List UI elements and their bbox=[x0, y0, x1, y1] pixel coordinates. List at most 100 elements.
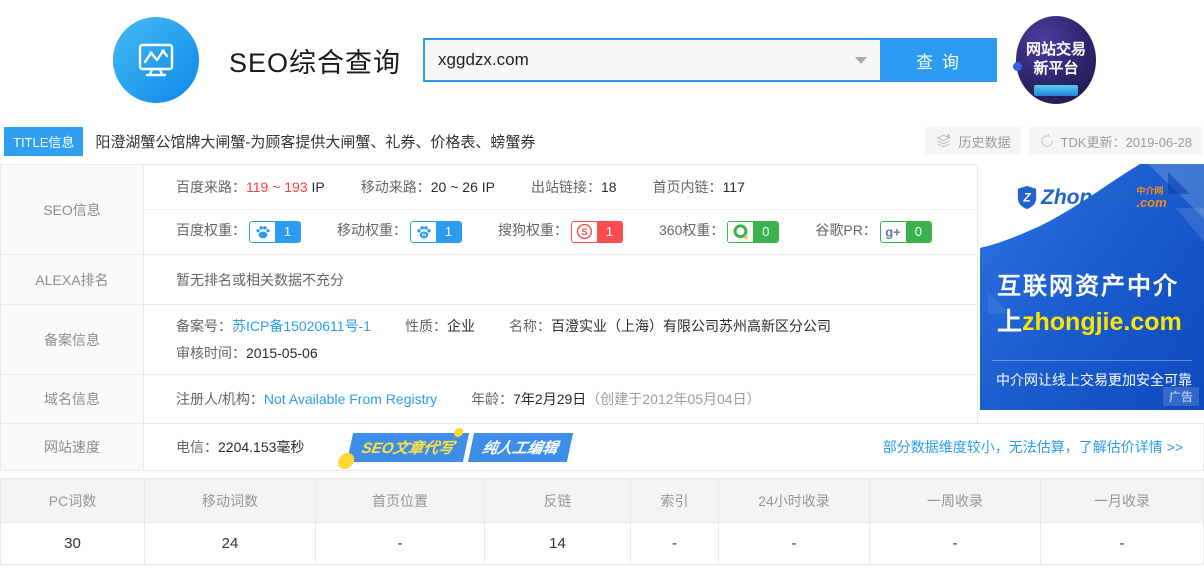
stats-value: - bbox=[316, 523, 484, 564]
tdk-update-button[interactable]: TDK更新：2019-06-28 bbox=[1029, 127, 1203, 155]
baidu-weight: 百度权重：1 bbox=[176, 220, 301, 242]
stats-column-pc-words: PC词数 30 bbox=[1, 479, 144, 564]
row-label-icp: 备案信息 bbox=[1, 305, 144, 374]
seo-tool-logo bbox=[113, 17, 199, 103]
promo-badge-line2: 新平台 bbox=[1034, 60, 1079, 79]
mobile-weight-badge[interactable]: m1 bbox=[410, 221, 462, 243]
query-button[interactable]: 查 询 bbox=[880, 38, 997, 82]
stats-column-homepage-position: 首页位置 - bbox=[315, 479, 484, 564]
site-title-text: 阳澄湖蟹公馆牌大闸蟹-为顾客提供大闸蟹、礼券、价格表、螃蟹券 bbox=[95, 131, 917, 152]
info-table: SEO信息 百度来路：119 ~ 193 IP 移动来路：20 ~ 26 IP … bbox=[0, 164, 978, 423]
seo-info-content: 百度来路：119 ~ 193 IP 移动来路：20 ~ 26 IP 出站链接：1… bbox=[144, 165, 977, 254]
row-site-speed: 网站速度 电信：2204.153毫秒 SEO文章代写 纯人工编辑 部分数据维度较… bbox=[0, 423, 1204, 471]
svg-text:S: S bbox=[581, 227, 587, 237]
registrant-link[interactable]: Not Available From Registry bbox=[264, 391, 437, 407]
layers-icon bbox=[935, 133, 952, 150]
ad-brand-name: ZhongJie bbox=[1041, 186, 1134, 210]
search-box: 查 询 bbox=[423, 38, 997, 82]
seo-article-promo-banner[interactable]: SEO文章代写 纯人工编辑 bbox=[347, 433, 573, 462]
stats-value: - bbox=[870, 523, 1040, 564]
stats-header: 索引 bbox=[631, 479, 718, 523]
monitor-chart-icon bbox=[133, 37, 179, 83]
domain-created-note: （创建于2012年05月04日） bbox=[586, 391, 760, 407]
alexa-value: 暂无排名或相关数据不充分 bbox=[176, 270, 344, 290]
search-input[interactable] bbox=[425, 40, 880, 80]
google-pr: 谷歌PR：g+0 bbox=[815, 220, 931, 242]
stats-header: 一周收录 bbox=[870, 479, 1040, 523]
stats-column-backlinks: 反链 14 bbox=[484, 479, 630, 564]
icp-line2: 审核时间：2015-05-06 bbox=[176, 343, 977, 363]
icp-number-link[interactable]: 苏ICP备15020611号-1 bbox=[232, 318, 371, 334]
stats-value: - bbox=[631, 523, 718, 564]
stats-value[interactable]: 24 bbox=[145, 523, 315, 564]
title-info-badge: TITLE信息 bbox=[4, 127, 83, 156]
row-seo-info: SEO信息 百度来路：119 ~ 193 IP 移动来路：20 ~ 26 IP … bbox=[1, 165, 977, 254]
sogou-s-icon: S bbox=[572, 222, 597, 242]
sogou-weight: 搜狗权重：S1 bbox=[498, 220, 623, 242]
baidu-weight-value: 1 bbox=[275, 222, 300, 242]
valuation-detail-link[interactable]: 部分数据维度较小，无法估算，了解估价详情 >> bbox=[883, 437, 1183, 457]
stats-value: - bbox=[719, 523, 869, 564]
header: SEO综合查询 查 询 网站交易 新平台 bbox=[0, 0, 1204, 120]
sogou-weight-value: 1 bbox=[597, 222, 622, 242]
row-domain-info: 域名信息 注册人/机构：Not Available From Registry … bbox=[1, 374, 977, 423]
icp-audit-date: 2015-05-06 bbox=[246, 345, 318, 361]
promo-seg-2: 纯人工编辑 bbox=[468, 433, 573, 462]
homepage-internal-links: 首页内链：117 bbox=[653, 177, 745, 197]
google-pr-value: 0 bbox=[906, 222, 931, 242]
stats-column-week-included: 一周收录 - bbox=[869, 479, 1040, 564]
promo-seg-1: SEO文章代写 bbox=[347, 433, 469, 462]
site-trade-platform-badge[interactable]: 网站交易 新平台 bbox=[1016, 16, 1096, 104]
ad-brand-suffix: .com bbox=[1136, 196, 1166, 209]
svg-text:g+: g+ bbox=[886, 224, 902, 239]
stats-value[interactable]: 30 bbox=[1, 523, 144, 564]
refresh-icon bbox=[1039, 133, 1055, 149]
zhongjie-ad-banner[interactable]: Z ZhongJie 中介网 .com 互联网资产中介 上zhongjie.co… bbox=[980, 164, 1204, 410]
main-info-area: SEO信息 百度来路：119 ~ 193 IP 移动来路：20 ~ 26 IP … bbox=[0, 164, 1204, 471]
ad-headline: 互联网资产中介 bbox=[997, 266, 1179, 301]
stats-header: 移动词数 bbox=[145, 479, 315, 523]
shield-icon: Z bbox=[1016, 185, 1038, 210]
row-label-domain: 域名信息 bbox=[1, 375, 144, 423]
title-bar: TITLE信息 阳澄湖蟹公馆牌大闸蟹-为顾客提供大闸蟹、礼券、价格表、螃蟹券 历… bbox=[0, 126, 1204, 156]
row-label-speed: 网站速度 bbox=[1, 424, 144, 470]
mobile-weight: 移动权重：m1 bbox=[337, 220, 462, 242]
ad-domain-line: 上zhongjie.com bbox=[997, 302, 1182, 338]
row-label-seo: SEO信息 bbox=[1, 165, 144, 254]
stats-column-24h-included: 24小时收录 - bbox=[718, 479, 869, 564]
google-plus-icon: g+ bbox=[881, 222, 906, 242]
icp-nature: 企业 bbox=[447, 318, 475, 334]
zhongjie-logo: Z ZhongJie 中介网 .com bbox=[1016, 185, 1167, 210]
icp-line1: 备案号：苏ICP备15020611号-1 性质：企业 名称：百澄实业（上海）有限… bbox=[176, 316, 977, 336]
stats-header: 首页位置 bbox=[316, 479, 484, 523]
360-weight-badge[interactable]: 0 bbox=[727, 221, 779, 243]
ad-label: 广告 bbox=[1163, 387, 1199, 406]
baidu-mobile-paw-icon: m bbox=[411, 222, 436, 242]
telecom-speed: 电信：2204.153毫秒 bbox=[176, 437, 304, 457]
history-data-label: 历史数据 bbox=[958, 132, 1010, 151]
domain-age: 7年2月29日 bbox=[513, 391, 586, 407]
row-alexa: ALEXA排名 暂无排名或相关数据不充分 bbox=[1, 254, 977, 304]
stats-column-month-included: 一月收录 - bbox=[1040, 479, 1203, 564]
icp-company-name: 百澄实业（上海）有限公司苏州高新区分公司 bbox=[551, 318, 831, 334]
google-pr-badge[interactable]: g+ 0 bbox=[880, 221, 932, 243]
svg-text:m: m bbox=[421, 232, 426, 238]
svg-text:Z: Z bbox=[1022, 191, 1031, 205]
baidu-paw-icon bbox=[250, 222, 275, 242]
stats-header: PC词数 bbox=[1, 479, 144, 523]
360-weight: 360权重：0 bbox=[659, 220, 779, 242]
ad-divider bbox=[992, 360, 1192, 361]
seo-weights-line: 百度权重：1 移动权重：m1 搜狗权重：S1 360权重：0 谷歌PR：g+0 bbox=[144, 209, 977, 253]
sogou-weight-badge[interactable]: S1 bbox=[571, 221, 623, 243]
stats-value: - bbox=[1041, 523, 1203, 564]
stats-table: PC词数 30 移动词数 24 首页位置 - 反链 14 索引 - 24小时收录… bbox=[0, 478, 1204, 565]
chevron-down-icon[interactable] bbox=[855, 57, 867, 64]
history-data-button[interactable]: 历史数据 bbox=[925, 127, 1020, 155]
stats-value[interactable]: 14 bbox=[485, 523, 630, 564]
page-title: SEO综合查询 bbox=[229, 41, 401, 80]
baidu-weight-badge[interactable]: 1 bbox=[249, 221, 301, 243]
stats-header: 24小时收录 bbox=[719, 479, 869, 523]
search-input-wrap bbox=[423, 38, 880, 82]
seo-metrics-line: 百度来路：119 ~ 193 IP 移动来路：20 ~ 26 IP 出站链接：1… bbox=[144, 165, 977, 209]
stats-header: 反链 bbox=[485, 479, 630, 523]
